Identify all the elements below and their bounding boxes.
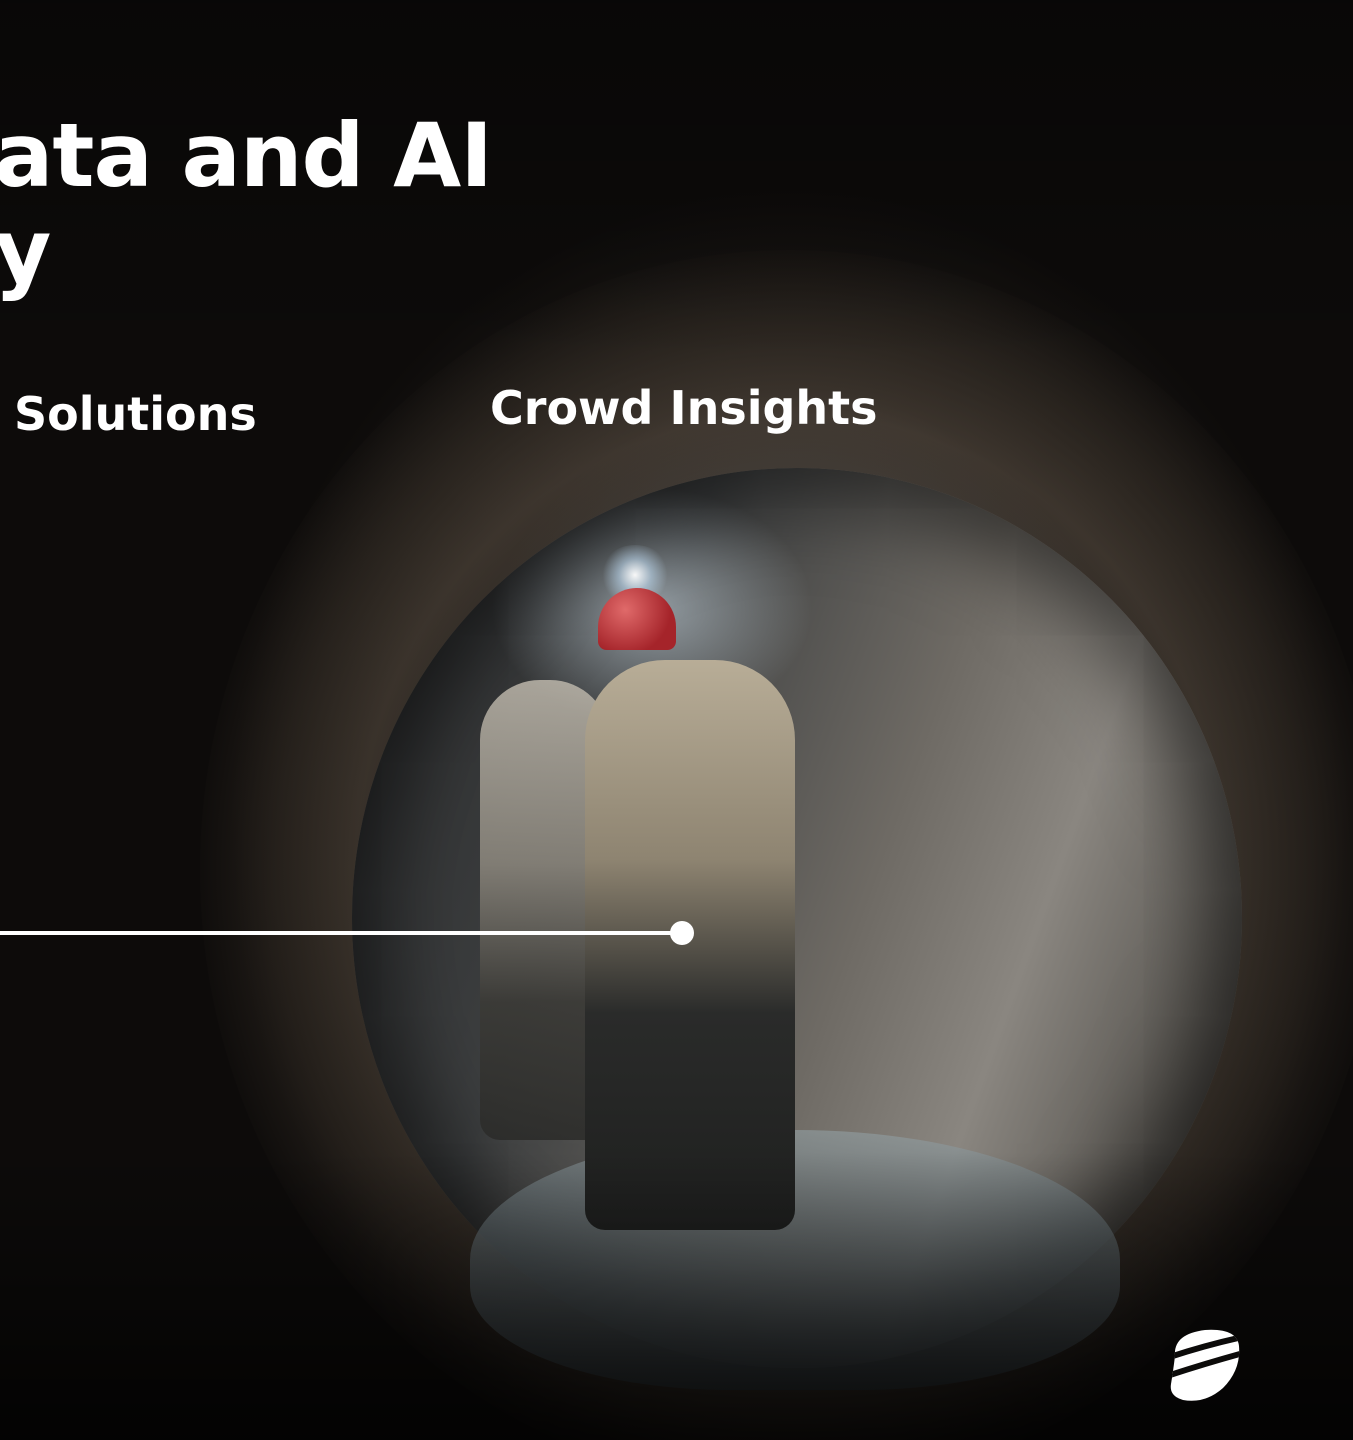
headline-line-1: ata and AI: [0, 104, 493, 207]
slide-headline: ata and AI y: [0, 108, 493, 303]
headline-line-2: y: [0, 200, 51, 303]
crowd-insights-label: Crowd Insights: [490, 381, 878, 435]
brand-globe-logo-icon: [1170, 1329, 1240, 1401]
connector-line: [0, 931, 680, 935]
connector-dot-icon: [670, 921, 694, 945]
slide-canvas: ata and AI y Solutions Crowd Insights: [0, 0, 1353, 1440]
solutions-label: Solutions: [14, 387, 257, 441]
